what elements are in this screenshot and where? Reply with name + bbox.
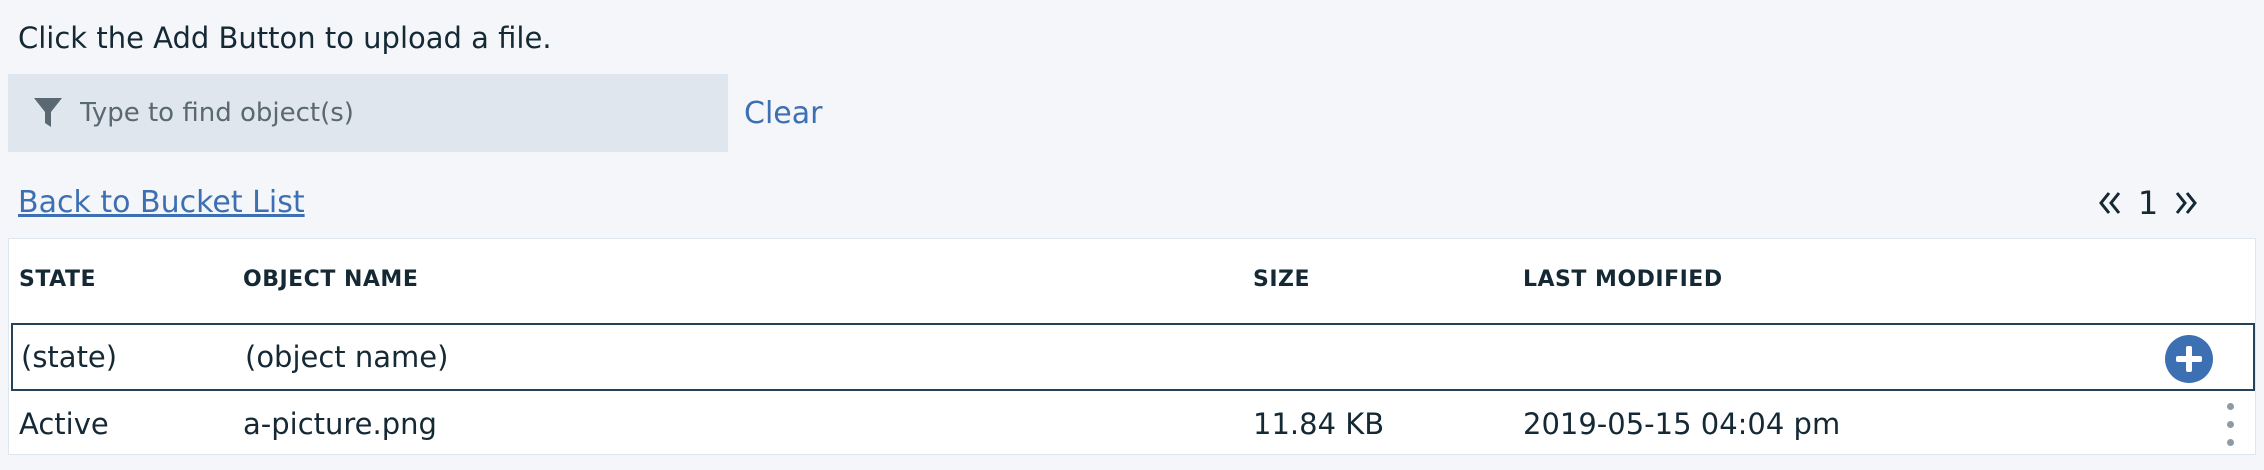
clear-link[interactable]: Clear (744, 94, 822, 134)
column-header-state: STATE (19, 267, 96, 292)
plus-circle-icon[interactable] (2165, 335, 2213, 383)
filter-input[interactable] (80, 74, 728, 152)
back-to-bucket-list-link[interactable]: Back to Bucket List (18, 183, 305, 223)
column-header-size: SIZE (1253, 267, 1311, 292)
state-input-placeholder[interactable]: (state) (21, 337, 117, 377)
overflow-menu-icon[interactable] (2219, 401, 2243, 449)
column-header-last-modified: LAST MODIFIED (1523, 267, 1723, 292)
current-page-number: 1 (2137, 184, 2159, 222)
column-header-object-name: OBJECT NAME (243, 267, 419, 292)
filter-icon (34, 98, 62, 127)
row-last-modified: 2019-05-15 04:04 pm (1523, 407, 1841, 441)
double-chevron-right-icon[interactable] (2170, 187, 2202, 219)
filter-search-box[interactable] (8, 74, 728, 152)
new-object-input-row[interactable]: (state) (object name) (11, 323, 2255, 391)
instructions-text: Click the Add Button to upload a file. (18, 21, 552, 55)
table-header: STATE OBJECT NAME SIZE LAST MODIFIED (9, 239, 2255, 321)
pagination: 1 (2094, 180, 2202, 226)
row-state: Active (19, 407, 109, 441)
table-row[interactable]: Active a-picture.png 11.84 KB 2019-05-15… (9, 393, 2255, 455)
row-size: 11.84 KB (1253, 407, 1385, 441)
row-object-name: a-picture.png (243, 407, 437, 441)
objects-table: STATE OBJECT NAME SIZE LAST MODIFIED (st… (8, 238, 2256, 455)
object-name-input-placeholder[interactable]: (object name) (245, 337, 448, 377)
double-chevron-left-icon[interactable] (2094, 187, 2126, 219)
